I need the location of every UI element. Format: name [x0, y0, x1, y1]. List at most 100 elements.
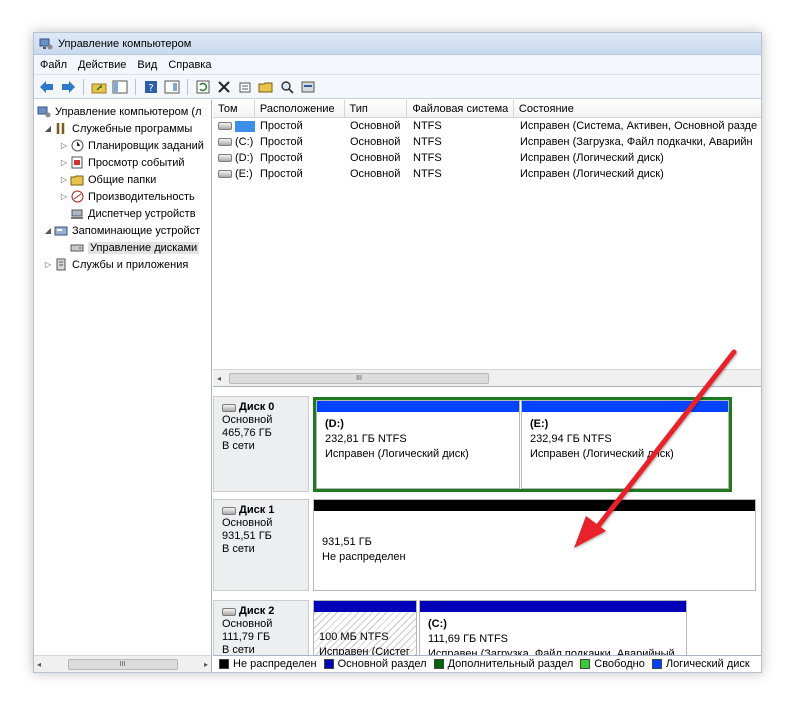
shared-folder-icon: [69, 173, 85, 187]
volume-list-header: Том Расположение Тип Файловая система Со…: [213, 100, 761, 118]
disk-2-label[interactable]: Диск 2 Основной 111,79 ГБ В сети: [213, 600, 309, 655]
properties-icon[interactable]: [163, 78, 181, 96]
column-header-status[interactable]: Состояние: [514, 100, 761, 118]
expand-twisty-icon[interactable]: ▷: [43, 260, 53, 269]
window-title: Управление компьютером: [58, 37, 192, 50]
cell-volume: [213, 120, 255, 132]
legend-swatch: [323, 659, 334, 669]
unallocated-space[interactable]: 931,51 ГБ Не распределен: [313, 499, 756, 591]
drive-icon: [222, 607, 236, 616]
expand-twisty-icon[interactable]: ◢: [43, 124, 53, 133]
legend-item-logical: Логический диск: [651, 658, 750, 670]
tree-item-disk-management[interactable]: Управление дисками: [69, 239, 200, 256]
legend-item-primary: Основной раздел: [323, 658, 427, 670]
tree-item-computer-management[interactable]: Управление компьютером (л: [36, 103, 202, 120]
show-hide-tree-icon[interactable]: [111, 78, 129, 96]
cell-status: Исправен (Загрузка, Файл подкачки, Авари…: [520, 136, 753, 148]
tree-item-label: Служебные программы: [72, 122, 193, 135]
forward-arrow-icon[interactable]: [59, 78, 77, 96]
computer-management-window: Управление компьютером Файл Действие Вид…: [33, 32, 762, 673]
legend-swatch: [580, 659, 591, 669]
menu-view[interactable]: Вид: [137, 59, 157, 71]
device-manager-icon: [69, 207, 85, 221]
tree-item-label: Службы и приложения: [72, 258, 189, 271]
expand-twisty-icon[interactable]: ▷: [59, 141, 69, 150]
partition-system-reserved[interactable]: 100 МБ NTFS Исправен (Систег: [313, 600, 417, 655]
volume-list-horizontal-scrollbar[interactable]: ◂ III: [213, 369, 761, 386]
navigation-tree: Управление компьютером (л ◢ Служебные пр…: [34, 100, 212, 672]
partition-e[interactable]: (E:) 232,94 ГБ NTFS Исправен (Логический…: [521, 400, 729, 489]
table-row[interactable]: (E:) Простой Основной NTFS Исправен (Лог…: [213, 166, 761, 182]
drive-icon: [222, 403, 236, 412]
tree-item-services-applications[interactable]: ▷ Службы и приложения: [43, 256, 188, 273]
tools-icon: [53, 122, 69, 136]
up-folder-icon[interactable]: [90, 78, 108, 96]
drive-icon: [218, 154, 232, 163]
partition-color-bar: [420, 601, 686, 612]
tree-item-performance[interactable]: ▷ Производительность: [59, 188, 195, 205]
back-arrow-icon[interactable]: [38, 78, 56, 96]
cell-status: Исправен (Логический диск): [520, 168, 664, 180]
scroll-thumb[interactable]: III: [229, 372, 490, 384]
column-header-volume[interactable]: Том: [213, 100, 255, 118]
scroll-thumb[interactable]: III: [67, 658, 178, 670]
toolbar-separator: [187, 78, 188, 95]
settings-icon[interactable]: [236, 78, 254, 96]
services-icon: [53, 258, 69, 272]
cell-layout: Простой: [260, 152, 303, 164]
partition-d[interactable]: (D:) 232,81 ГБ NTFS Исправен (Логический…: [316, 400, 520, 489]
tree-horizontal-scrollbar[interactable]: ◂ III ▸: [34, 655, 211, 672]
tree-item-event-viewer[interactable]: ▷ Просмотр событий: [59, 154, 185, 171]
volume-list: Том Расположение Тип Файловая система Со…: [213, 100, 761, 387]
disk-1-label[interactable]: Диск 1 Основной 931,51 ГБ В сети: [213, 499, 309, 591]
open-folder-icon[interactable]: [257, 78, 275, 96]
tree-item-shared-folders[interactable]: ▷ Общие папки: [59, 171, 156, 188]
selection-highlight: [235, 120, 255, 132]
scroll-right-icon[interactable]: ▸: [204, 660, 208, 669]
help-icon[interactable]: ?: [142, 78, 160, 96]
column-header-file-system[interactable]: Файловая система: [407, 100, 514, 118]
partition-color-bar: [314, 601, 416, 612]
disk-0-label[interactable]: Диск 0 Основной 465,76 ГБ В сети: [213, 396, 309, 492]
expand-twisty-icon[interactable]: ▷: [59, 192, 69, 201]
legend-item-unallocated: Не распределен: [219, 658, 317, 670]
wizard-icon[interactable]: [299, 78, 317, 96]
toolbar: ?: [34, 75, 761, 99]
drive-icon: [218, 122, 232, 131]
tree-item-device-manager[interactable]: Диспетчер устройств: [69, 205, 196, 222]
toolbar-separator: [135, 78, 136, 95]
tree-item-label: Общие папки: [88, 173, 157, 186]
legend-item-free: Свободно: [580, 658, 645, 670]
computer-management-icon: [36, 105, 52, 119]
cell-file-system: NTFS: [413, 168, 442, 180]
column-header-layout[interactable]: Расположение: [255, 100, 345, 118]
table-row[interactable]: (D:) Простой Основной NTFS Исправен (Лог…: [213, 150, 761, 166]
menu-file[interactable]: Файл: [40, 59, 67, 71]
column-header-type[interactable]: Тип: [345, 100, 408, 118]
legend-item-extended: Дополнительный раздел: [433, 658, 573, 670]
tree-item-storage[interactable]: ◢ Запоминающие устройст: [43, 222, 200, 239]
disk-graphical-view: Диск 0 Основной 465,76 ГБ В сети (D:) 23…: [213, 388, 761, 655]
expand-twisty-icon[interactable]: ▷: [59, 158, 69, 167]
expand-twisty-icon[interactable]: ◢: [43, 226, 53, 235]
table-row[interactable]: Простой Основной NTFS Исправен (Система,…: [213, 118, 761, 134]
expand-twisty-icon[interactable]: ▷: [59, 175, 69, 184]
menu-action[interactable]: Действие: [78, 59, 126, 71]
partition-c[interactable]: (C:) 111,69 ГБ NTFS Исправен (Загрузка, …: [419, 600, 687, 655]
scroll-left-icon[interactable]: ◂: [37, 660, 41, 669]
menu-help[interactable]: Справка: [168, 59, 211, 71]
scroll-left-icon[interactable]: ◂: [217, 374, 221, 383]
cell-type: Основной: [350, 120, 401, 132]
tree-item-system-tools[interactable]: ◢ Служебные программы: [43, 120, 192, 137]
refresh-icon[interactable]: [194, 78, 212, 96]
computer-management-icon: [38, 36, 54, 52]
delete-icon[interactable]: [215, 78, 233, 96]
performance-icon: [69, 190, 85, 204]
toolbar-separator: [83, 78, 84, 95]
search-icon[interactable]: [278, 78, 296, 96]
main-content: Управление компьютером (л ◢ Служебные пр…: [34, 100, 761, 672]
tree-item-task-scheduler[interactable]: ▷ Планировщик заданий: [59, 137, 204, 154]
table-row[interactable]: (C:) Простой Основной NTFS Исправен (Заг…: [213, 134, 761, 150]
cell-type: Основной: [350, 152, 401, 164]
cell-volume: (E:): [213, 168, 255, 180]
